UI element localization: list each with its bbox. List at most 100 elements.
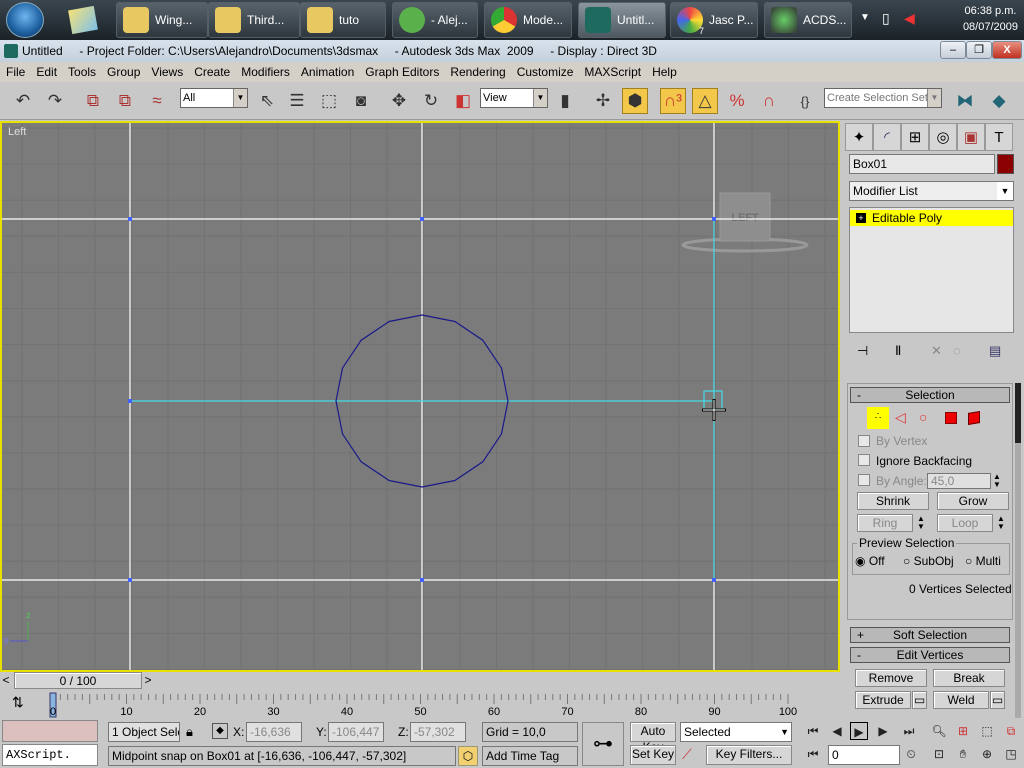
preview-off-radio[interactable]: ◉ Off bbox=[855, 554, 885, 568]
taskbar-item-3dsmax[interactable]: Untitl... bbox=[578, 2, 666, 38]
network-icon[interactable]: ▯ bbox=[882, 10, 890, 27]
ring-button[interactable]: Ring bbox=[857, 514, 913, 532]
viewport-label[interactable]: Left bbox=[8, 126, 26, 138]
ring-spinner-icon[interactable]: ▲ ▼ bbox=[917, 515, 925, 531]
menu-help[interactable]: Help bbox=[652, 65, 677, 79]
configure-modifier-sets-icon[interactable]: ▤ bbox=[989, 343, 1001, 359]
viewport-left[interactable]: LEFT zy Left bbox=[0, 121, 840, 672]
unlink-icon[interactable]: ⧉ bbox=[112, 88, 138, 114]
time-configuration-icon[interactable]: ⏲ bbox=[902, 745, 920, 763]
maxscript-mini-listener[interactable]: AXScript. bbox=[2, 744, 98, 766]
modifier-list-dropdown[interactable]: Modifier List ▼ bbox=[849, 181, 1014, 201]
select-and-rotate-icon[interactable]: ↻ bbox=[418, 88, 444, 114]
track-bar[interactable]: ⇅ 0 10 20 30 40 50 60 70 80 90 100 bbox=[0, 690, 843, 718]
menu-views[interactable]: Views bbox=[151, 65, 183, 79]
show-desktop-icon[interactable] bbox=[68, 5, 98, 35]
soft-selection-rollout-header[interactable]: + Soft Selection bbox=[850, 627, 1010, 643]
menu-edit[interactable]: Edit bbox=[36, 65, 57, 79]
menu-maxscript[interactable]: MAXScript bbox=[584, 65, 641, 79]
menu-customize[interactable]: Customize bbox=[517, 65, 574, 79]
close-button[interactable]: X bbox=[992, 41, 1022, 59]
undo-icon[interactable]: ↶ bbox=[10, 88, 36, 114]
z-coordinate-field[interactable]: -57,302 bbox=[410, 722, 466, 742]
volume-muted-icon[interactable]: ◀ bbox=[904, 10, 915, 27]
taskbar-item-chrome[interactable]: Mode... bbox=[484, 2, 572, 38]
menu-graph-editors[interactable]: Graph Editors bbox=[365, 65, 439, 79]
loop-button[interactable]: Loop bbox=[937, 514, 993, 532]
zoom-all-icon[interactable]: ⊞ bbox=[954, 722, 972, 740]
taskbar-item-third[interactable]: Third... bbox=[208, 2, 300, 38]
tray-expand-icon[interactable]: ▼ bbox=[860, 12, 870, 23]
expand-icon[interactable]: + bbox=[856, 213, 866, 223]
play-icon[interactable]: ▶ bbox=[850, 722, 868, 740]
extrude-settings-icon[interactable]: ▭ bbox=[912, 691, 927, 709]
menu-create[interactable]: Create bbox=[194, 65, 230, 79]
loop-spinner-icon[interactable]: ▲ ▼ bbox=[997, 515, 1005, 531]
reference-coordinate-dropdown[interactable]: View ▼ bbox=[480, 88, 548, 108]
zoom-extents-icon[interactable]: ⬚ bbox=[978, 722, 996, 740]
menu-animation[interactable]: Animation bbox=[301, 65, 354, 79]
go-to-start-icon[interactable]: ⏮ bbox=[804, 722, 822, 740]
menu-tools[interactable]: Tools bbox=[68, 65, 96, 79]
redo-icon[interactable]: ↷ bbox=[42, 88, 68, 114]
next-frame-button[interactable]: > bbox=[142, 673, 154, 689]
shrink-button[interactable]: Shrink bbox=[857, 492, 929, 510]
edge-mode-icon[interactable]: ◁ bbox=[895, 409, 906, 426]
pin-stack-icon[interactable]: ⊣ bbox=[857, 343, 868, 359]
minimize-button[interactable]: – bbox=[940, 41, 966, 59]
menu-modifiers[interactable]: Modifiers bbox=[241, 65, 290, 79]
time-slider-thumb[interactable]: 0 / 100 bbox=[14, 672, 142, 689]
current-frame-field[interactable]: 0 bbox=[828, 745, 900, 765]
menu-rendering[interactable]: Rendering bbox=[450, 65, 505, 79]
stack-item-editable-poly[interactable]: + Editable Poly bbox=[850, 210, 1013, 226]
command-panel-scrollbar[interactable] bbox=[1015, 383, 1021, 718]
weld-settings-icon[interactable]: ▭ bbox=[990, 691, 1005, 709]
modify-tab-icon[interactable]: ◜ bbox=[873, 123, 901, 151]
hierarchy-tab-icon[interactable]: ⊞ bbox=[901, 123, 929, 151]
orbit-icon[interactable]: ⊕ bbox=[978, 745, 996, 763]
taskbar-item-paintshop[interactable]: Jasc P... bbox=[670, 2, 758, 38]
mirror-icon[interactable]: ⧓ bbox=[952, 88, 978, 114]
rectangular-selection-icon[interactable]: ⬚ bbox=[316, 88, 342, 114]
curve-editor-icon[interactable]: ⇅ bbox=[12, 694, 24, 711]
maxscript-listener-output[interactable] bbox=[2, 720, 98, 742]
key-mode-dropdown[interactable]: Selected ▼ bbox=[680, 722, 792, 742]
by-angle-checkbox[interactable] bbox=[858, 474, 870, 486]
previous-frame-button[interactable]: < bbox=[0, 673, 12, 689]
key-filters-button[interactable]: Key Filters... bbox=[706, 745, 792, 765]
named-selection-set-dropdown[interactable]: Create Selection Set ▼ bbox=[824, 88, 942, 108]
angle-spinner-field[interactable]: 45,0 bbox=[927, 473, 991, 489]
menu-group[interactable]: Group bbox=[107, 65, 140, 79]
align-icon[interactable]: ◆ bbox=[986, 88, 1012, 114]
viewport-canvas[interactable]: LEFT zy bbox=[2, 123, 838, 670]
extrude-button[interactable]: Extrude bbox=[855, 691, 911, 709]
border-mode-icon[interactable]: ○ bbox=[919, 409, 927, 425]
remove-button[interactable]: Remove bbox=[855, 669, 927, 687]
key-mode-toggle-icon[interactable]: ⏮ bbox=[804, 745, 822, 763]
y-coordinate-field[interactable]: -106,447 bbox=[328, 722, 384, 742]
taskbar-item-acdsee[interactable]: ACDS... bbox=[764, 2, 852, 38]
select-by-name-icon[interactable]: ☰ bbox=[284, 88, 310, 114]
motion-tab-icon[interactable]: ◎ bbox=[929, 123, 957, 151]
go-to-end-icon[interactable]: ⏭ bbox=[900, 722, 918, 740]
snaps-toggle-icon[interactable]: ∩³ bbox=[660, 88, 686, 114]
utilities-tab-icon[interactable]: T bbox=[985, 123, 1013, 151]
menu-file[interactable]: File bbox=[6, 65, 25, 79]
percent-snap-icon[interactable]: % bbox=[724, 88, 750, 114]
set-key-icon[interactable]: ⊶ bbox=[582, 722, 624, 766]
select-and-scale-icon[interactable]: ◧ bbox=[450, 88, 476, 114]
vertex-mode-icon[interactable]: ∴ bbox=[867, 407, 889, 429]
restore-button[interactable]: ❐ bbox=[966, 41, 992, 59]
keyboard-shortcut-override-icon[interactable]: ⬢ bbox=[622, 88, 648, 114]
zoom-extents-all-icon[interactable]: ⧉ bbox=[1002, 722, 1020, 740]
selection-rollout-header[interactable]: - Selection bbox=[850, 387, 1010, 403]
selection-filter-dropdown[interactable]: All ▼ bbox=[180, 88, 248, 108]
display-tab-icon[interactable]: ▣ bbox=[957, 123, 985, 151]
edit-vertices-rollout-header[interactable]: - Edit Vertices bbox=[850, 647, 1010, 663]
x-coordinate-field[interactable]: -16,636 bbox=[246, 722, 302, 742]
ignore-backfacing-checkbox[interactable] bbox=[858, 454, 870, 466]
taskbar-item-tuto[interactable]: tuto bbox=[300, 2, 386, 38]
default-in-out-tangents-icon[interactable]: ⟋ bbox=[682, 746, 692, 763]
set-key-button[interactable]: Set Key bbox=[630, 745, 676, 765]
clock[interactable]: 06:38 p.m. 08/07/2009 bbox=[963, 3, 1018, 35]
